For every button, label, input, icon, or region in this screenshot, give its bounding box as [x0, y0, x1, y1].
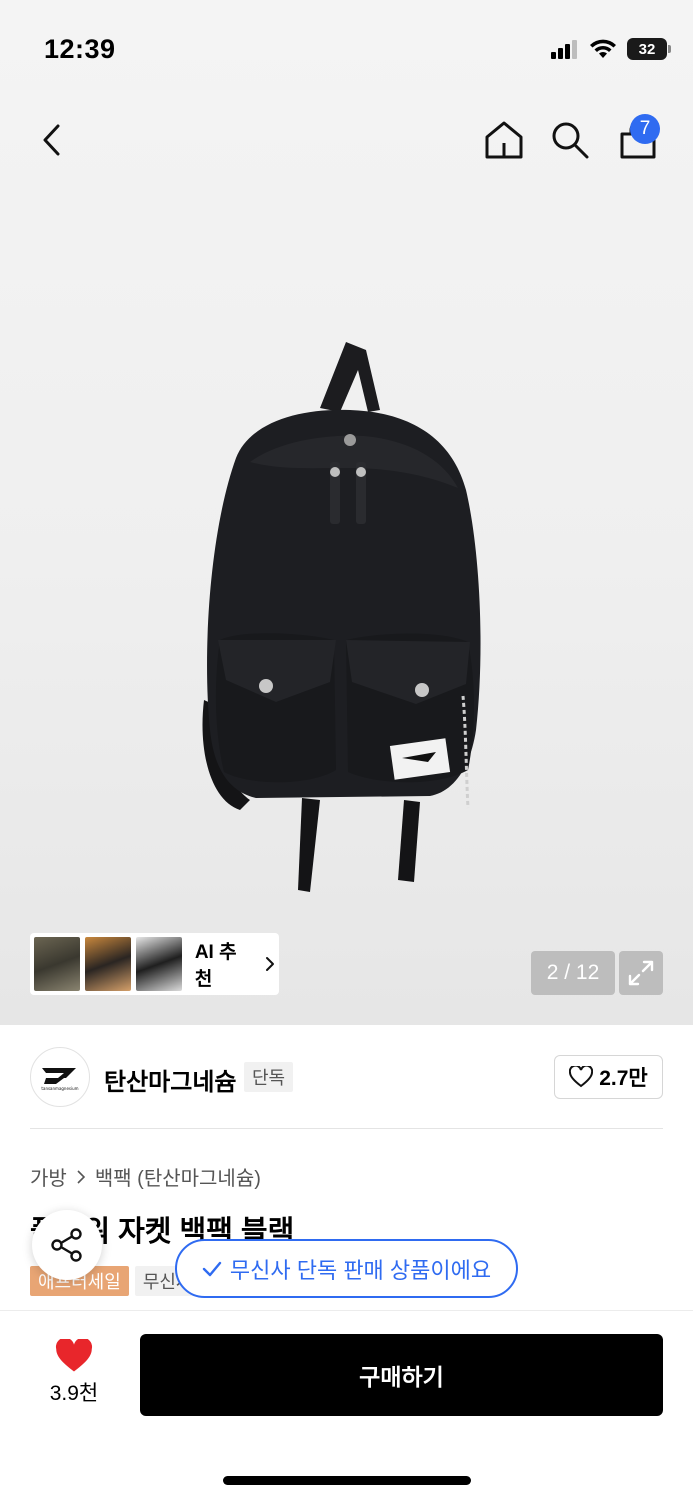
heart-outline-icon	[569, 1066, 594, 1088]
check-icon	[202, 1261, 222, 1276]
product-image-backpack	[202, 342, 481, 892]
home-indicator	[223, 1476, 471, 1485]
expand-icon	[628, 960, 654, 986]
bottom-action-bar: 3.9천 구매하기	[0, 1310, 693, 1500]
status-time: 12:39	[44, 34, 116, 64]
heart-icon	[55, 1339, 93, 1372]
brand-row: tansanmagnesium 탄산마그네슘 단독 2.7만	[30, 1040, 663, 1120]
toast-text: 무신사 단독 판매 상품이에요	[229, 1257, 492, 1283]
cart-count-badge: 7	[630, 114, 660, 144]
brand-logo-mark: tansanmagnesium	[41, 1068, 79, 1091]
ai-thumbnail[interactable]	[84, 937, 131, 991]
share-button[interactable]	[32, 1210, 102, 1280]
expand-button[interactable]	[619, 951, 663, 995]
brand-like-count: 2.7만	[599, 1067, 648, 1090]
status-bar: 12:39 32	[0, 0, 693, 100]
search-icon	[552, 122, 589, 159]
breadcrumb-category[interactable]: 가방	[30, 1162, 67, 1191]
cart-button[interactable]: 7	[610, 110, 666, 170]
image-page-counter: 2 / 12	[531, 951, 615, 995]
home-button[interactable]	[476, 110, 532, 170]
ai-thumbnail[interactable]	[34, 937, 80, 991]
search-button[interactable]	[542, 110, 598, 170]
back-button[interactable]	[24, 110, 80, 170]
brand-name[interactable]: 탄산마그네슘	[104, 1062, 236, 1097]
battery-indicator: 32	[627, 38, 671, 60]
divider	[30, 1128, 663, 1129]
brand-like-button[interactable]: 2.7만	[554, 1055, 663, 1099]
buy-button[interactable]: 구매하기	[140, 1334, 663, 1416]
home-icon	[485, 121, 523, 159]
back-icon	[43, 124, 60, 156]
product-gallery[interactable]: 12:39 32 7 AI 추천 2 / 12	[0, 0, 693, 1025]
share-icon	[51, 1228, 82, 1262]
breadcrumb: 가방 백팩 (탄산마그네슘)	[30, 1162, 261, 1191]
ai-thumbnail[interactable]	[135, 937, 182, 991]
breadcrumb-subcategory[interactable]: 백팩 (탄산마그네슘)	[95, 1162, 261, 1191]
exclusive-toast: 무신사 단독 판매 상품이에요	[175, 1239, 518, 1298]
top-nav: 7	[0, 110, 693, 174]
brand-logo-text: tansanmagnesium	[41, 1086, 78, 1091]
status-icons: 32	[551, 38, 671, 60]
chevron-right-icon	[265, 957, 274, 971]
ai-recommend-strip[interactable]: AI 추천	[30, 933, 279, 995]
signal-icon	[551, 40, 577, 59]
ai-recommend-label: AI 추천	[194, 942, 237, 990]
brand-logo[interactable]: tansanmagnesium	[30, 1047, 90, 1107]
exclusive-tag: 단독	[244, 1062, 294, 1092]
chevron-right-icon	[77, 1169, 85, 1184]
product-like-count: 3.9천	[49, 1382, 99, 1405]
product-like-button[interactable]: 3.9천	[40, 1339, 108, 1407]
wifi-icon	[590, 39, 616, 58]
